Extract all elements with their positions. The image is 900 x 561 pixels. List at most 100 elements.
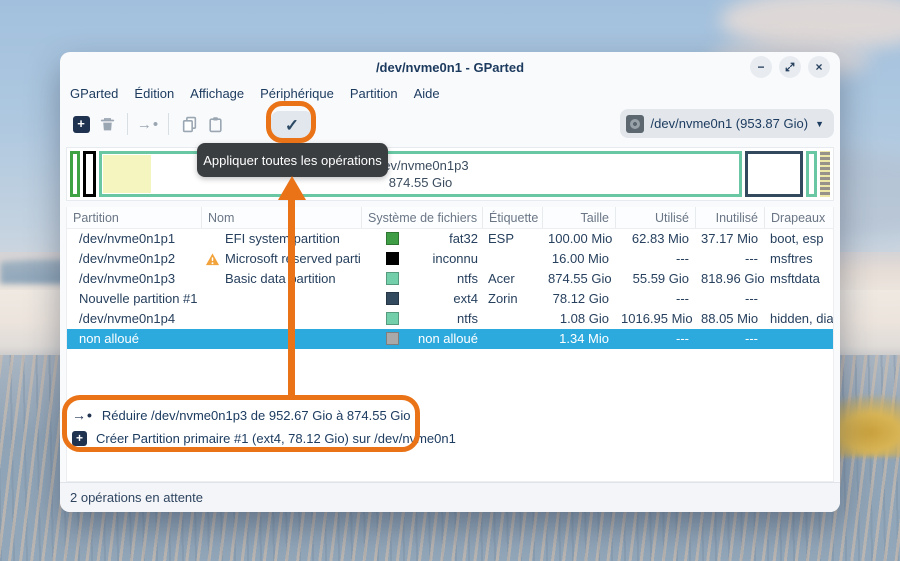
cell-nom: Basic data partition: [201, 269, 361, 289]
cell-drapeaux: hidden, diag: [764, 309, 833, 329]
gparted-window: /dev/nvme0n1 - GParted − × GPartedÉditio…: [60, 52, 840, 512]
cell-inutilise: 88.05 Mio: [695, 309, 764, 329]
cell-etiquette: [482, 249, 542, 269]
operation-text: Créer Partition primaire #1 (ext4, 78.12…: [96, 431, 456, 446]
table-row[interactable]: Nouvelle partition #1ext4Zorin78.12 Gio-…: [67, 289, 833, 309]
column-header-utilisé[interactable]: Utilisé: [615, 207, 695, 228]
cell-etiquette: Acer: [482, 269, 542, 289]
cell-utilise: ---: [615, 289, 695, 309]
minimize-button[interactable]: −: [750, 56, 772, 78]
window-title: /dev/nvme0n1 - GParted: [376, 60, 524, 75]
column-header-taille[interactable]: Taille: [542, 207, 615, 228]
delete-partition-button[interactable]: [94, 111, 120, 137]
cell-filesystem: fat32: [361, 229, 482, 249]
operation-row: + Créer Partition primaire #1 (ext4, 78.…: [72, 427, 456, 449]
cell-drapeaux: msftres: [764, 249, 833, 269]
trash-icon: [99, 116, 116, 133]
table-row[interactable]: /dev/nvme0n1p3Basic data partitionntfsAc…: [67, 269, 833, 289]
menu-item-aide[interactable]: Aide: [406, 86, 448, 101]
resize-operation-icon: →•: [72, 407, 93, 423]
cell-inutilise: ---: [695, 289, 764, 309]
table-body: /dev/nvme0n1p1EFI system partitionfat32E…: [67, 229, 833, 349]
apply-operations-button[interactable]: ✓: [271, 111, 313, 141]
resize-move-button[interactable]: →•: [135, 111, 161, 137]
cell-partition: /dev/nvme0n1p4: [67, 309, 201, 329]
menu-item-priphrique[interactable]: Périphérique: [252, 86, 342, 101]
disk-segment-inconnu[interactable]: [83, 151, 96, 197]
table-row[interactable]: non allouénon alloué1.34 Mio------: [67, 329, 833, 349]
titlebar[interactable]: /dev/nvme0n1 - GParted − ×: [60, 52, 840, 82]
filesystem-color-swatch: [386, 252, 399, 265]
cell-nom: [201, 329, 361, 349]
cell-filesystem: inconnu: [361, 249, 482, 269]
filesystem-color-swatch: [386, 312, 399, 325]
copy-button[interactable]: [176, 111, 202, 137]
toolbar-separator: [127, 113, 128, 135]
close-button[interactable]: ×: [808, 56, 830, 78]
cell-taille: 16.00 Mio: [542, 249, 615, 269]
resize-move-icon: →•: [137, 116, 159, 133]
cell-drapeaux: msftdata: [764, 269, 833, 289]
cell-filesystem: ntfs: [361, 309, 482, 329]
disk-icon: [626, 115, 644, 133]
statusbar: 2 opérations en attente: [60, 482, 840, 512]
disk-segment-ntfs[interactable]: [806, 151, 817, 197]
column-header-partition[interactable]: Partition: [67, 207, 201, 228]
filesystem-color-swatch: [386, 332, 399, 345]
paste-button[interactable]: [202, 111, 228, 137]
cell-inutilise: 818.96 Gio: [695, 269, 764, 289]
column-header-étiquette[interactable]: Étiquette: [482, 207, 542, 228]
new-partition-operation-icon: +: [72, 431, 87, 446]
filesystem-color-swatch: [386, 272, 399, 285]
disk-segment-free-space: [86, 154, 93, 194]
cell-etiquette: [482, 309, 542, 329]
filesystem-color-swatch: [386, 232, 399, 245]
menu-item-partition[interactable]: Partition: [342, 86, 406, 101]
cell-filesystem: ext4: [361, 289, 482, 309]
disk-segment-non-alloué[interactable]: [820, 151, 830, 197]
column-header-systèmedefichiers[interactable]: Système de fichiers: [361, 207, 482, 228]
cell-inutilise: ---: [695, 249, 764, 269]
cell-nom: [201, 289, 361, 309]
cell-utilise: ---: [615, 329, 695, 349]
disk-segment-ext4[interactable]: [745, 151, 803, 197]
cell-drapeaux: [764, 289, 833, 309]
apply-tooltip: Appliquer toutes les opérations: [197, 143, 388, 177]
table-row[interactable]: /dev/nvme0n1p1EFI system partitionfat32E…: [67, 229, 833, 249]
cell-filesystem: ntfs: [361, 269, 482, 289]
cell-nom: [201, 309, 361, 329]
filesystem-color-swatch: [386, 292, 399, 305]
cell-taille: 78.12 Gio: [542, 289, 615, 309]
column-header-inutilisé[interactable]: Inutilisé: [695, 207, 764, 228]
maximize-button[interactable]: [779, 56, 801, 78]
column-header-drapeaux[interactable]: Drapeaux: [764, 207, 833, 228]
menu-item-gparted[interactable]: GParted: [62, 86, 126, 101]
disk-segment-ntfs[interactable]: /dev/nvme0n1p3874.55 Gio: [99, 151, 742, 197]
menu-item-affichage[interactable]: Affichage: [182, 86, 252, 101]
disk-segment-fat32[interactable]: [70, 151, 80, 197]
disk-visual-bar: /dev/nvme0n1p3874.55 Gio: [66, 147, 834, 201]
cell-partition: /dev/nvme0n1p3: [67, 269, 201, 289]
cell-utilise: ---: [615, 249, 695, 269]
cell-partition: /dev/nvme0n1p2: [67, 249, 201, 269]
menubar: GPartedÉditionAffichagePériphériqueParti…: [62, 82, 448, 104]
cell-nom: EFI system partition: [201, 229, 361, 249]
table-row[interactable]: /dev/nvme0n1p2Microsoft reserved partiti…: [67, 249, 833, 269]
new-partition-button[interactable]: +: [68, 111, 94, 137]
table-row[interactable]: /dev/nvme0n1p4ntfs1.08 Gio1016.95 Mio88.…: [67, 309, 833, 329]
menu-item-dition[interactable]: Édition: [126, 86, 182, 101]
operation-row: →• Réduire /dev/nvme0n1p3 de 952.67 Gio …: [72, 404, 411, 426]
cell-etiquette: [482, 329, 542, 349]
paste-icon: [207, 116, 224, 133]
device-selector[interactable]: /dev/nvme0n1 (953.87 Gio) ▼: [620, 109, 834, 138]
cell-etiquette: Zorin: [482, 289, 542, 309]
toolbar: + →• ✓ /dev/: [60, 104, 840, 144]
cell-utilise: 55.59 Gio: [615, 269, 695, 289]
cell-drapeaux: boot, esp: [764, 229, 833, 249]
cell-taille: 100.00 Mio: [542, 229, 615, 249]
cell-etiquette: ESP: [482, 229, 542, 249]
cell-taille: 1.34 Mio: [542, 329, 615, 349]
operation-text: Réduire /dev/nvme0n1p3 de 952.67 Gio à 8…: [102, 408, 411, 423]
window-controls: − ×: [750, 56, 830, 78]
column-header-nom[interactable]: Nom: [201, 207, 361, 228]
